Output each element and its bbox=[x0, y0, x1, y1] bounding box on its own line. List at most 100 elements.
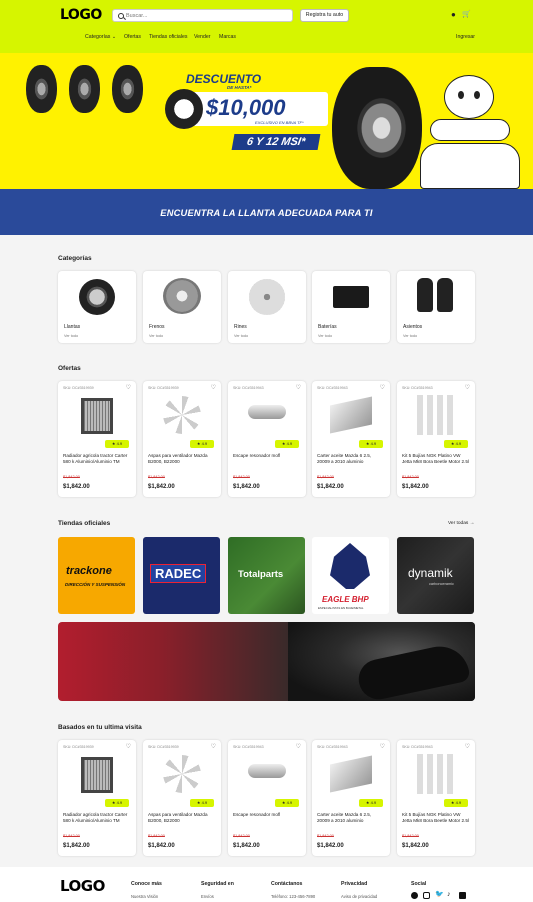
nav-categorias[interactable]: Categorías ⌄ bbox=[85, 34, 116, 40]
category-link[interactable]: Ver todo bbox=[403, 334, 417, 338]
footer-logo[interactable]: LOGO bbox=[60, 877, 105, 895]
brand-tagline: DIRECCIÓN Y SUSPENSIÓN bbox=[65, 582, 126, 587]
brand-name: Totalparts bbox=[238, 569, 284, 580]
old-price: $1,842.00 bbox=[317, 834, 334, 838]
product-sku: SKU: DC#3519939 bbox=[148, 745, 179, 749]
product-card[interactable]: SKU: DC#3519939 ♡ ★ 4.9 Radiador agricola t… bbox=[58, 381, 136, 497]
product-card[interactable]: SKU: DC#3519939 ♡ ★ 4.9 Aspas para ventilad… bbox=[143, 740, 221, 856]
footer-heading: Conoce más bbox=[131, 881, 162, 887]
product-name[interactable]: Escape resonador mofl bbox=[233, 812, 301, 818]
recent-title: Basados en tu ultima visita bbox=[58, 724, 142, 731]
tiktok-icon[interactable]: ♪ bbox=[447, 891, 451, 899]
product-card[interactable]: SKU: DC#3519939 ♡ ★ 4.9 Radiador agricola t… bbox=[58, 740, 136, 856]
cart-icon[interactable]: 🛒 bbox=[462, 11, 471, 19]
product-card[interactable]: SKU: DC#3519939 ♡ ★ 4.9 Aspas para ventilad… bbox=[143, 381, 221, 497]
hero-banner[interactable]: DESCUENTO DE HASTA* $10,000 EXCLUSIVO EN… bbox=[0, 53, 533, 189]
rating-badge: ★ 4.9 bbox=[190, 799, 214, 807]
footer-link[interactable]: Envíos bbox=[201, 894, 214, 899]
register-car-button[interactable]: Registra tu auto bbox=[300, 9, 349, 22]
product-sku: SKU: DC#3519943 bbox=[233, 386, 264, 390]
category-card-frenos[interactable]: Frenos Ver todo bbox=[143, 271, 221, 343]
brand-tagline: carbonceramic bbox=[429, 582, 454, 586]
nav-marcas[interactable]: Marcas bbox=[219, 34, 236, 40]
product-card[interactable]: SKU: DC#3519943 ♡ ★ 4.9 Carter aceite Mazda… bbox=[312, 740, 390, 856]
rating-badge: ★ 4.9 bbox=[444, 799, 468, 807]
stores-title: Tiendas oficiales bbox=[58, 520, 111, 527]
view-all-stores-link[interactable]: Ver todas → bbox=[448, 521, 474, 526]
fan-blade-image bbox=[163, 755, 201, 793]
facebook-icon[interactable] bbox=[411, 892, 418, 899]
rating-value: 4.9 bbox=[201, 441, 208, 446]
footer-link[interactable]: Nuestra Visión bbox=[131, 894, 158, 899]
category-link[interactable]: Ver todo bbox=[149, 334, 163, 338]
logo[interactable]: LOGO bbox=[60, 7, 102, 23]
footer-link[interactable]: Aviso de privacidad bbox=[341, 894, 377, 899]
promo-banner[interactable] bbox=[58, 622, 475, 701]
product-name[interactable]: Aspas para ventilador Mazda B2000, B2200… bbox=[148, 812, 216, 824]
product-name[interactable]: Escape resonador mofl bbox=[233, 453, 301, 459]
heart-icon[interactable]: ♡ bbox=[296, 385, 301, 391]
product-name[interactable]: Aspas para ventilador Mazda B2000, B2200… bbox=[148, 453, 216, 465]
product-card[interactable]: SKU: DC#3519943 ♡ ★ 4.9 Kit 5 Bujías NGK Pl… bbox=[397, 740, 475, 856]
product-sku: SKU: DC#3519943 bbox=[317, 386, 348, 390]
star-icon: ★ bbox=[365, 800, 370, 805]
heart-icon[interactable]: ♡ bbox=[211, 385, 216, 391]
rating-value: 4.9 bbox=[370, 800, 377, 805]
brand-eaglebhp[interactable]: EAGLE BHP ESPECIALISTAS EN BUJE/METAL bbox=[312, 537, 389, 614]
twitter-icon[interactable]: 🐦 bbox=[435, 891, 444, 899]
search-bar[interactable] bbox=[112, 9, 293, 22]
nav-ofertas[interactable]: Ofertas bbox=[124, 34, 141, 40]
heart-icon[interactable]: ♡ bbox=[211, 744, 216, 750]
product-name[interactable]: Carter aceite Mazda 6 2.5, 20009 a 2010 … bbox=[317, 812, 385, 824]
product-name[interactable]: Radiador agricola tractor Carter 580 k A… bbox=[63, 812, 131, 824]
product-price: $1,842.00 bbox=[317, 843, 344, 849]
category-link[interactable]: Ver todo bbox=[318, 334, 332, 338]
rating-badge: ★ 4.9 bbox=[105, 440, 129, 448]
heart-icon[interactable]: ♡ bbox=[465, 744, 470, 750]
category-card-llantas[interactable]: Llantas Ver todo bbox=[58, 271, 136, 343]
category-card-asientos[interactable]: Asientos Ver todo bbox=[397, 271, 475, 343]
nav-tiendas[interactable]: Tiendas oficiales bbox=[149, 34, 187, 40]
brand-totalparts[interactable]: Totalparts bbox=[228, 537, 305, 614]
brand-trackone[interactable]: trackone DIRECCIÓN Y SUSPENSIÓN bbox=[58, 537, 135, 614]
product-name[interactable]: Carter aceite Mazda 6 2.5, 20009 a 2010 … bbox=[317, 453, 385, 465]
instagram-icon[interactable] bbox=[423, 892, 430, 899]
category-card-rines[interactable]: Rines Ver todo bbox=[228, 271, 306, 343]
category-link[interactable]: Ver todo bbox=[234, 334, 248, 338]
heart-icon[interactable]: ♡ bbox=[380, 744, 385, 750]
footer-heading: Seguridad en bbox=[201, 881, 234, 887]
find-tire-text: ENCUENTRA LA LLANTA ADECUADA PARA TI bbox=[160, 208, 373, 218]
heart-icon[interactable]: ♡ bbox=[465, 385, 470, 391]
heart-icon[interactable]: ♡ bbox=[380, 385, 385, 391]
footer-link[interactable]: Teléfono: 123-456-7890 bbox=[271, 894, 315, 899]
rating-badge: ★ 4.9 bbox=[275, 440, 299, 448]
product-card[interactable]: SKU: DC#3519943 ♡ ★ 4.9 Kit 5 Bujías NGK Pl… bbox=[397, 381, 475, 497]
oil-pan-image bbox=[330, 755, 372, 793]
exhaust-image bbox=[248, 405, 286, 419]
heart-icon[interactable]: ♡ bbox=[296, 744, 301, 750]
spark-plugs-image bbox=[417, 395, 457, 435]
category-name: Baterías bbox=[318, 324, 337, 330]
product-card[interactable]: SKU: DC#3519943 ♡ ★ 4.9 Carter aceite Mazda… bbox=[312, 381, 390, 497]
heart-icon[interactable]: ♡ bbox=[126, 385, 131, 391]
product-name[interactable]: Radiador agricola tractor Carter 580 k A… bbox=[63, 453, 131, 465]
category-card-baterias[interactable]: Baterías Ver todo bbox=[312, 271, 390, 343]
product-name[interactable]: Kit 5 Bujías NGK Platino VW Jetta Mk8 Bo… bbox=[402, 812, 470, 824]
category-link[interactable]: Ver todo bbox=[64, 334, 78, 338]
rating-value: 4.9 bbox=[286, 441, 293, 446]
find-tire-banner[interactable]: ENCUENTRA LA LLANTA ADECUADA PARA TI bbox=[0, 189, 533, 235]
msi-badge: 6 Y 12 MSI* bbox=[231, 134, 321, 150]
product-name[interactable]: Kit 5 Bujías NGK Platino VW Jetta Mk8 Bo… bbox=[402, 453, 470, 465]
login-link[interactable]: Ingresar bbox=[456, 34, 475, 40]
linkedin-icon[interactable] bbox=[459, 892, 466, 899]
rating-badge: ★ 4.9 bbox=[275, 799, 299, 807]
search-input[interactable] bbox=[126, 11, 286, 21]
product-card[interactable]: SKU: DC#3519943 ♡ ★ 4.9 Escape resonador mo… bbox=[228, 381, 306, 497]
apple-icon[interactable]: ● bbox=[451, 11, 456, 19]
category-name: Frenos bbox=[149, 324, 165, 330]
product-card[interactable]: SKU: DC#3519943 ♡ ★ 4.9 Escape resonador mo… bbox=[228, 740, 306, 856]
brand-radec[interactable]: RADEC bbox=[143, 537, 220, 614]
heart-icon[interactable]: ♡ bbox=[126, 744, 131, 750]
brand-dynamik[interactable]: dynamik carbonceramic bbox=[397, 537, 474, 614]
nav-vender[interactable]: Vender bbox=[194, 34, 210, 40]
